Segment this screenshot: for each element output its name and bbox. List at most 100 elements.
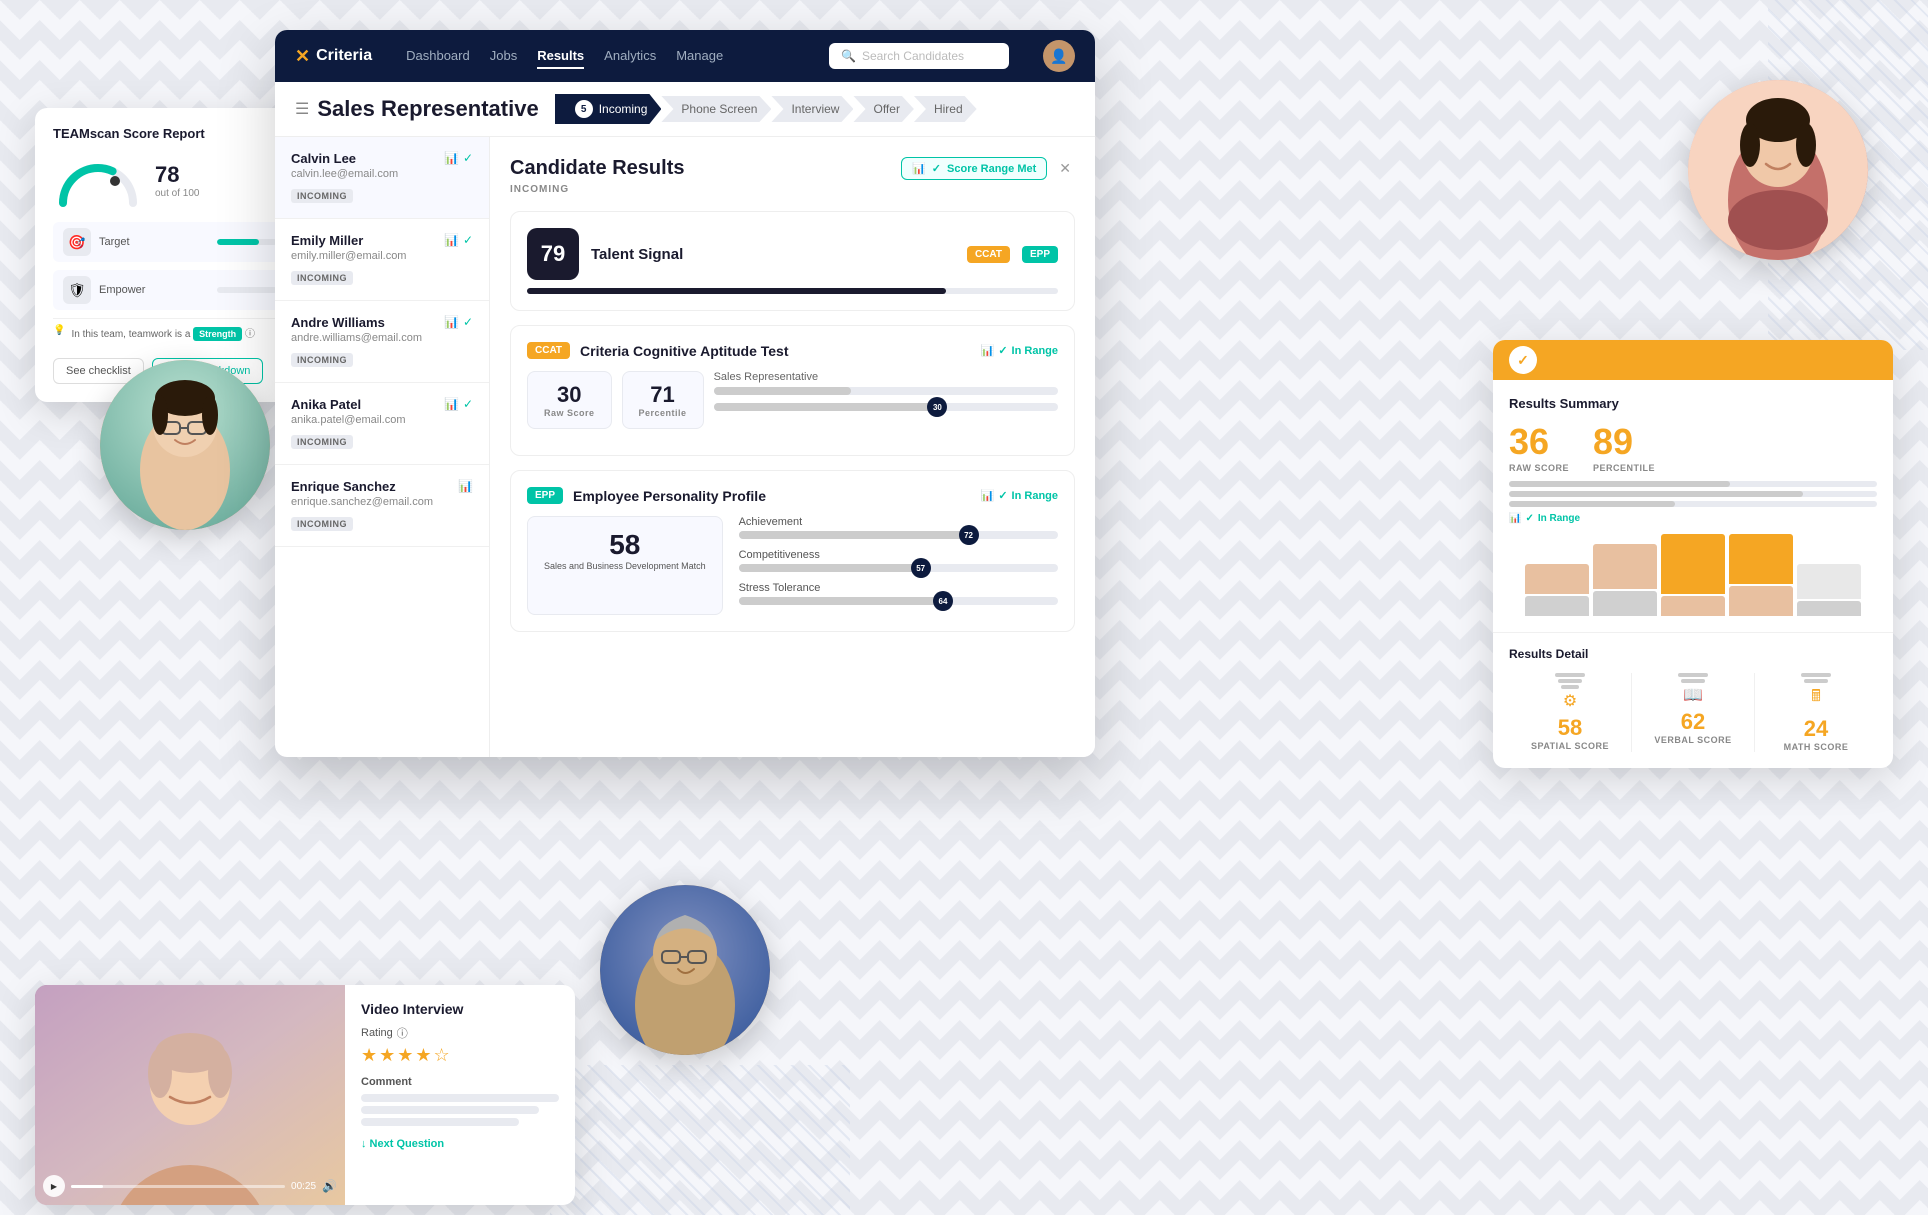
benchmark-label: Sales Representative (714, 371, 1058, 383)
summary-percentile-label: PERCENTILE (1593, 463, 1655, 473)
score-out-of: out of 100 (155, 188, 199, 199)
summary-percentile-val: 89 (1593, 421, 1655, 463)
verbal-icon: 📖 (1632, 673, 1754, 705)
nav-manage[interactable]: Manage (676, 44, 723, 69)
stage-phone-screen[interactable]: Phone Screen (661, 96, 771, 122)
comment-line-2 (361, 1106, 539, 1114)
stage-label-incoming: Incoming (599, 102, 648, 116)
chart-icon: 📊 (912, 162, 926, 175)
chart-icon-3: 📊 (444, 397, 459, 411)
candidate-email-2: andre.williams@email.com (291, 332, 422, 344)
check-icon-2: ✓ (463, 315, 473, 329)
bar-seg-2 (1593, 544, 1657, 589)
stage-hired[interactable]: Hired (914, 96, 977, 122)
nav-results[interactable]: Results (537, 44, 584, 69)
gauge-info: 78 out of 100 (155, 162, 199, 199)
bar-col-4 (1729, 534, 1793, 616)
trait-dot-0: 72 (959, 525, 979, 545)
candidate-item-1[interactable]: Emily Miller emily.miller@email.com INCO… (275, 219, 489, 301)
strength-badge: Strength (193, 327, 242, 341)
ccat-scores-row: 30 Raw Score 71 Percentile Sales Represe… (527, 371, 1058, 429)
nav-analytics[interactable]: Analytics (604, 44, 656, 69)
percentile-val: 71 (639, 382, 687, 408)
trait-achievement: Achievement 72 (739, 516, 1058, 539)
trait-fill-0 (739, 531, 969, 539)
stars[interactable]: ★★★★☆ (361, 1045, 559, 1066)
results-detail-section: Results Detail ⚙ 58 SPATIAL SCORE 📖 62 (1493, 633, 1893, 752)
candidate-item-3[interactable]: Anika Patel anika.patel@email.com INCOMI… (275, 383, 489, 465)
video-controls: ▶ 00:25 🔊 (43, 1175, 337, 1197)
talent-signal-score: 79 (527, 228, 579, 280)
logo-icon: ✕ (295, 46, 310, 67)
epp-score-box: 58 Sales and Business Development Match (527, 516, 723, 615)
math-score-col: 🖩 24 MATH SCORE (1755, 673, 1877, 752)
empower-bar (217, 287, 277, 293)
candidate-item-4[interactable]: Enrique Sanchez enrique.sanchez@email.co… (275, 465, 489, 547)
epp-traits: Achievement 72 Competitiveness 57 (739, 516, 1058, 615)
spatial-val: 58 (1509, 715, 1631, 741)
epp-card: EPP Employee Personality Profile 📊 ✓ In … (510, 470, 1075, 632)
candidate-status-0: INCOMING (291, 189, 353, 203)
summary-bar-fill-2 (1509, 491, 1803, 497)
percentile-box: 71 Percentile (622, 371, 704, 429)
empower-icon: 🛡 (63, 276, 91, 304)
spatial-label: SPATIAL SCORE (1509, 741, 1631, 751)
chart-icon-4: 📊 (458, 479, 473, 493)
summary-raw-label: RAW SCORE (1509, 463, 1569, 473)
nav-search[interactable]: 🔍 Search Candidates (829, 43, 1009, 69)
video-interview-card: ▶ 00:25 🔊 Video Interview Rating ⓘ ★★★★☆… (35, 985, 575, 1205)
teamscan-card: TEAMscan Score Report 78 out of 100 🎯 Ta… (35, 108, 305, 402)
candidate-icons-4: 📊 (458, 479, 473, 493)
video-progress-bar[interactable] (71, 1185, 285, 1188)
nav-bar: ✕ Criteria Dashboard Jobs Results Analyt… (275, 30, 1095, 82)
benchmark-fill-2 (714, 403, 938, 411)
epp-name: Employee Personality Profile (573, 488, 971, 504)
talent-signal-label: Talent Signal (591, 246, 955, 263)
math-val: 24 (1755, 716, 1877, 742)
stage-incoming[interactable]: 5 Incoming (555, 94, 662, 124)
candidate-status-1: INCOMING (291, 271, 353, 285)
tag-epp-ts: EPP (1022, 246, 1058, 263)
stage-interview[interactable]: Interview (771, 96, 853, 122)
main-window: ✕ Criteria Dashboard Jobs Results Analyt… (275, 30, 1095, 757)
search-placeholder: Search Candidates (862, 49, 964, 63)
raw-score-box: 30 Raw Score (527, 371, 612, 429)
candidate-item-0[interactable]: Calvin Lee calvin.lee@email.com INCOMING… (275, 137, 489, 219)
next-question-button[interactable]: ↓ Next Question (361, 1138, 559, 1150)
nav-avatar: 👤 (1043, 40, 1075, 72)
play-button[interactable]: ▶ (43, 1175, 65, 1197)
hamburger-icon[interactable]: ☰ (295, 99, 309, 119)
summary-bar-3 (1509, 501, 1877, 507)
trait-dot-1: 57 (911, 558, 931, 578)
volume-icon[interactable]: 🔊 (322, 1179, 337, 1193)
candidate-list: Calvin Lee calvin.lee@email.com INCOMING… (275, 137, 490, 757)
summary-bar-fill-3 (1509, 501, 1675, 507)
menu-title: ☰ Sales Representative (295, 96, 539, 122)
overall-score: 78 (155, 162, 199, 188)
close-button[interactable]: ✕ (1055, 158, 1075, 179)
nav-jobs[interactable]: Jobs (490, 44, 517, 69)
talent-signal-bar-fill (527, 288, 946, 294)
checkmark-icon: ✓ (932, 162, 941, 175)
nav-dashboard[interactable]: Dashboard (406, 44, 470, 69)
benchmark-bar-2: 30 (714, 403, 1058, 411)
math-icon: 🖩 (1755, 673, 1877, 712)
benchmark-fill-1 (714, 387, 852, 395)
pipeline-title: Sales Representative (317, 96, 538, 122)
stage-offer[interactable]: Offer (853, 96, 913, 122)
candidate-email-4: enrique.sanchez@email.com (291, 496, 433, 508)
chart-right-icon: 📊 (1509, 513, 1521, 524)
ccat-header: CCAT Criteria Cognitive Aptitude Test 📊 … (527, 342, 1058, 359)
results-detail-card: ✓ Results Summary 36 RAW SCORE 89 PERCEN… (1493, 340, 1893, 768)
epp-tag: EPP (527, 487, 563, 504)
trait-name-2: Stress Tolerance (739, 582, 1058, 594)
candidate-photo-man (600, 885, 770, 1055)
bar-seg-2b (1593, 591, 1657, 616)
check-icon: ✓ (998, 344, 1007, 357)
summary-scores: 36 RAW SCORE 89 PERCENTILE (1509, 421, 1877, 473)
trait-bar-0: 72 (739, 531, 1058, 539)
candidate-name-1: Emily Miller (291, 233, 406, 248)
stage-label-offer: Offer (873, 102, 899, 116)
candidate-icons-2: 📊 ✓ (444, 315, 473, 329)
candidate-item-2[interactable]: Andre Williams andre.williams@email.com … (275, 301, 489, 383)
